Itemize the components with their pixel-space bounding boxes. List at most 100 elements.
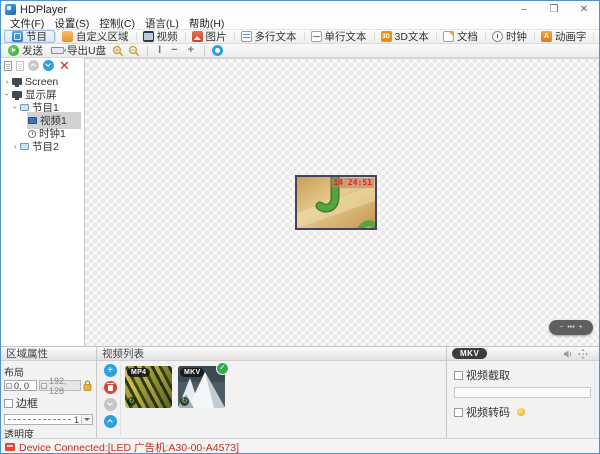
- zoom-in-icon[interactable]: [112, 45, 124, 57]
- display-icon: [12, 91, 22, 98]
- region-properties-panel: 区域属性 布局 0, 0 192, 128 边框 1 透明度: [1, 347, 97, 438]
- video-list-panel: 视频列表 + MP4 ↻: [97, 347, 447, 438]
- region-properties-header: 区域属性: [1, 347, 96, 361]
- app-icon: [5, 4, 16, 15]
- stretch-icon[interactable]: +: [185, 45, 197, 56]
- video-preview-region[interactable]: 14 24:51: [295, 175, 377, 230]
- action-toolbar: 发送 导出U盘 I − +: [1, 44, 599, 58]
- video-icon: [143, 31, 154, 42]
- expanded-expander-icon[interactable]: ›: [11, 104, 20, 112]
- video-detail-header: MKV: [447, 347, 600, 361]
- format-pill: MKV: [452, 348, 487, 359]
- tab-video[interactable]: 视频: [136, 30, 185, 43]
- lock-icon[interactable]: [83, 380, 92, 391]
- video-crop-label: 视频截取: [466, 367, 510, 383]
- tab-clock[interactable]: 时钟: [485, 30, 534, 43]
- bottom-panels: 区域属性 布局 0, 0 192, 128 边框 1 透明度: [1, 346, 600, 438]
- video-crop-checkbox[interactable]: [454, 371, 463, 380]
- document-icon: [443, 31, 454, 42]
- video-item-mkv[interactable]: MKV ↻ ✓: [178, 366, 225, 408]
- design-canvas[interactable]: 14 24:51 − ••• +: [85, 58, 600, 346]
- video-crop-input[interactable]: [454, 387, 591, 398]
- delete-video-button[interactable]: [104, 381, 117, 394]
- device-icon: [5, 443, 15, 451]
- zoom-dots-icon: •••: [567, 324, 574, 331]
- tab-document[interactable]: 文档: [436, 30, 485, 43]
- position-input[interactable]: 0, 0: [4, 380, 37, 391]
- export-usb-button[interactable]: 导出U盘: [49, 43, 108, 58]
- border-style-dropdown[interactable]: 1: [4, 414, 93, 425]
- border-label: 边框: [16, 395, 38, 411]
- settings-ring-icon[interactable]: [212, 45, 223, 56]
- send-icon: [8, 45, 19, 56]
- program-tree-panel: ✕ › Screen › 显示屏 › 节目1 视频1: [1, 58, 85, 346]
- hdplayer-window: HDPlayer – ❒ ✕ 文件(F) 设置(S) 控制(C) 语言(L) 帮…: [0, 0, 600, 454]
- window-controls: – ❒ ✕: [509, 1, 599, 18]
- move-icon[interactable]: [578, 349, 588, 359]
- move-down-tree-icon[interactable]: [43, 60, 54, 71]
- clock-icon: [492, 31, 503, 42]
- minimize-button[interactable]: –: [509, 1, 539, 18]
- speaker-icon[interactable]: [563, 349, 573, 359]
- 3d-text-icon: [381, 31, 392, 42]
- tab-multiline-text[interactable]: 多行文本: [234, 30, 304, 43]
- maximize-button[interactable]: ❒: [539, 1, 569, 18]
- video-node-icon: [28, 117, 37, 124]
- content-type-toolbar: 节目 自定义区域 视频 图片 多行文本 单行文本 3D文本 文档 时钟 动画字 …: [1, 29, 599, 44]
- canvas-zoom-control[interactable]: − ••• +: [549, 320, 593, 335]
- collapsed-expander-icon[interactable]: ›: [3, 77, 11, 86]
- delete-node-icon[interactable]: ✕: [59, 59, 70, 72]
- tree-toolbar: ✕: [1, 58, 84, 73]
- main-area: ✕ › Screen › 显示屏 › 节目1 视频1: [1, 58, 600, 346]
- collapsed-expander-icon[interactable]: ›: [11, 142, 19, 151]
- tab-program[interactable]: 节目: [4, 30, 55, 43]
- tab-image[interactable]: 图片: [185, 30, 234, 43]
- tab-timer[interactable]: 计时: [593, 30, 600, 43]
- program-node-icon: [20, 143, 29, 150]
- window-title: HDPlayer: [20, 4, 67, 16]
- panel-scrollbar[interactable]: [594, 361, 600, 438]
- paste-icon[interactable]: [16, 61, 24, 71]
- expanded-expander-icon[interactable]: ›: [3, 91, 12, 99]
- statusbar: Device Connected:[LED 广告机:A30-00-A4573]: [1, 438, 600, 454]
- border-checkbox[interactable]: [4, 399, 13, 408]
- text-cursor-icon[interactable]: I: [155, 45, 164, 56]
- video-item-mp4[interactable]: MP4 ↻: [125, 366, 172, 408]
- move-up-tree-icon[interactable]: [28, 60, 39, 71]
- hint-icon: [517, 408, 525, 416]
- tab-singleline-text[interactable]: 单行文本: [304, 30, 374, 43]
- size-input: 192, 128: [39, 380, 81, 391]
- menubar: 文件(F) 设置(S) 控制(C) 语言(L) 帮助(H): [1, 18, 599, 29]
- clock-overlay: 14 24:51: [331, 178, 374, 188]
- program-icon: [12, 31, 23, 42]
- selected-check-icon: ✓: [216, 362, 229, 375]
- zoom-minus-icon[interactable]: −: [559, 324, 563, 331]
- move-up-button[interactable]: [104, 415, 117, 428]
- dash-pattern-icon: [8, 419, 71, 420]
- multiline-text-icon: [241, 31, 252, 42]
- video-transcode-checkbox[interactable]: [454, 408, 463, 417]
- program-node-icon: [20, 104, 29, 111]
- loop-icon: ↻: [180, 397, 189, 406]
- close-button[interactable]: ✕: [569, 1, 599, 18]
- device-status-text: Device Connected:[LED 广告机:A30-00-A4573]: [19, 440, 239, 454]
- copy-icon[interactable]: [4, 61, 12, 71]
- singleline-text-icon: [311, 31, 322, 42]
- video-detail-panel: MKV 视频截取 视频转码: [447, 347, 600, 438]
- zoom-out-icon[interactable]: [128, 45, 140, 57]
- shrink-icon[interactable]: −: [168, 45, 180, 56]
- export-usb-icon: [51, 47, 64, 54]
- tab-animated-text[interactable]: 动画字: [534, 30, 594, 43]
- send-button[interactable]: 发送: [6, 43, 45, 58]
- tab-3d-text[interactable]: 3D文本: [374, 30, 436, 43]
- zoom-plus-icon[interactable]: +: [579, 324, 583, 331]
- dropdown-arrow-icon[interactable]: [81, 415, 92, 424]
- add-video-button[interactable]: +: [104, 364, 117, 377]
- move-down-button[interactable]: [104, 398, 117, 411]
- tab-custom-area[interactable]: 自定义区域: [55, 30, 136, 43]
- toolbar-separator: [204, 46, 205, 56]
- tree-item-program2[interactable]: › 节目2: [1, 140, 84, 153]
- clock-node-icon: [28, 130, 36, 138]
- list-divider: [120, 364, 121, 436]
- trash-icon: [108, 385, 113, 391]
